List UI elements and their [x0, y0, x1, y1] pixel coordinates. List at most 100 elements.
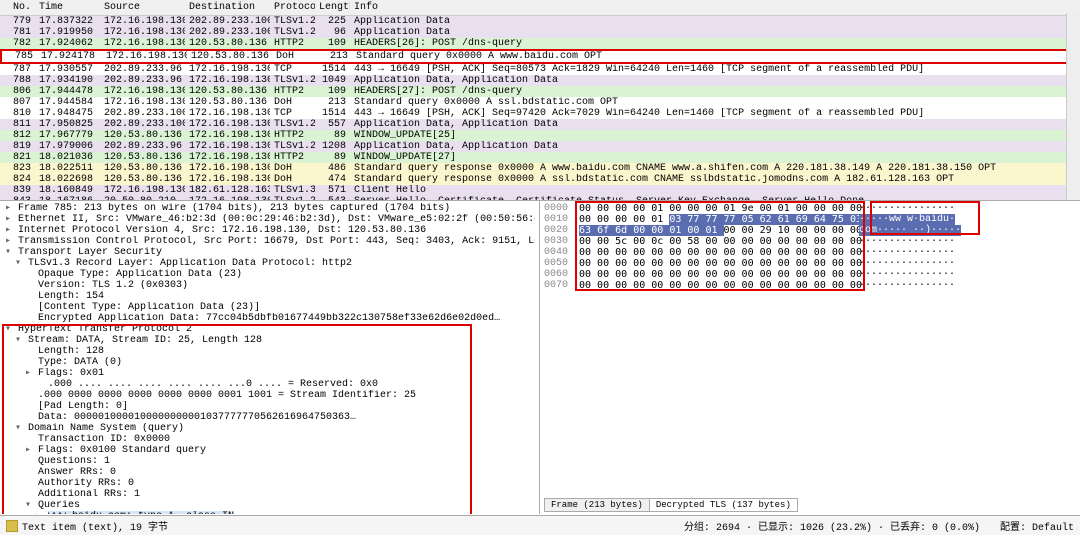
packet-row[interactable]: 83918.160849172.16.198.130182.61.128.163… [0, 185, 1080, 196]
packet-cell-info: Application Data, Application Data [350, 119, 1080, 130]
packet-cell-proto: TLSv1.2 [270, 75, 315, 86]
packet-cell-src: 202.89.233.96 [100, 64, 185, 75]
packet-cell-proto: TLSv1.3 [270, 185, 315, 196]
col-header-time[interactable]: Time [35, 1, 100, 14]
packet-cell-no: 812 [0, 130, 35, 141]
packet-row[interactable]: 82318.022511120.53.80.136172.16.198.130D… [0, 163, 1080, 174]
packet-cell-info: HEADERS[27]: POST /dns-query [350, 86, 1080, 97]
packet-cell-no: 839 [0, 185, 35, 196]
packet-cell-dst: 202.89.233.100 [185, 27, 270, 38]
packet-cell-proto: DoH [270, 174, 315, 185]
packet-cell-src: 172.16.198.130 [100, 86, 185, 97]
tree-node[interactable]: ▸ Transmission Control Protocol, Src Por… [4, 236, 535, 247]
packet-cell-src: 172.16.198.130 [100, 97, 185, 108]
packet-cell-no: 806 [0, 86, 35, 97]
packet-cell-dst: 172.16.198.130 [185, 108, 270, 119]
packet-cell-dst: 172.16.198.130 [185, 119, 270, 130]
packet-cell-dst: 172.16.198.130 [185, 141, 270, 152]
packet-cell-dst: 120.53.80.136 [187, 51, 272, 62]
packet-cell-time: 17.979006 [35, 141, 100, 152]
packet-cell-proto: HTTP2 [270, 152, 315, 163]
packet-cell-info: Application Data, Application Data [350, 75, 1080, 86]
packet-cell-proto: TLSv1.2 [270, 16, 315, 27]
packet-cell-proto: HTTP2 [270, 130, 315, 141]
hex-ascii: ················ [859, 247, 1076, 258]
packet-row[interactable]: 81117.950825202.89.233.100172.16.198.130… [0, 119, 1080, 130]
expander-icon[interactable]: ▸ [4, 214, 12, 225]
packet-cell-info: WINDOW_UPDATE[27] [350, 152, 1080, 163]
packet-cell-src: 120.53.80.136 [100, 152, 185, 163]
packet-cell-proto: DoH [270, 97, 315, 108]
packet-cell-src: 202.89.233.100 [100, 108, 185, 119]
packet-row[interactable]: 78717.930557202.89.233.96172.16.198.130T… [0, 64, 1080, 75]
status-profile[interactable]: 配置: Default [1000, 518, 1074, 534]
tree-node[interactable]: ▾ Transport Layer Security [4, 247, 535, 258]
packet-row[interactable]: 81217.967779120.53.80.136172.16.198.130H… [0, 130, 1080, 141]
packet-row[interactable]: 78817.934190202.89.233.96172.16.198.130T… [0, 75, 1080, 86]
packet-cell-src: 120.53.80.136 [100, 130, 185, 141]
col-header-info[interactable]: Info [350, 1, 1080, 14]
packet-cell-time: 18.021036 [35, 152, 100, 163]
col-header-length[interactable]: Length [315, 1, 350, 14]
packet-cell-len: 225 [315, 16, 350, 27]
packet-bytes-pane[interactable]: 000000 00 00 00 01 00 00 00 01 9e 00 01 … [540, 201, 1080, 514]
expander-icon[interactable]: ▸ [4, 225, 12, 236]
packet-cell-time: 17.924062 [35, 38, 100, 49]
packet-details-pane[interactable]: ▸ Frame 785: 213 bytes on wire (1704 bit… [0, 201, 540, 514]
tree-node[interactable]: ▸ Internet Protocol Version 4, Src: 172.… [4, 225, 535, 236]
packet-row[interactable]: 82418.022698120.53.80.136172.16.198.130D… [0, 174, 1080, 185]
hex-highlight-box-bytes [575, 201, 865, 291]
packet-cell-info: Standard query 0x0000 A www.baidu.com OP… [352, 51, 1078, 62]
packet-row[interactable]: 81917.979006202.89.233.96172.16.198.130T… [0, 141, 1080, 152]
expander-icon[interactable]: ▾ [4, 247, 12, 258]
packet-cell-time: 17.919950 [35, 27, 100, 38]
packet-cell-proto: DoH [272, 51, 317, 62]
col-header-source[interactable]: Source [100, 1, 185, 14]
col-header-protocol[interactable]: Protocol [270, 1, 315, 14]
packet-row[interactable]: 80617.944478172.16.198.130120.53.80.136H… [0, 86, 1080, 97]
packet-row[interactable]: 78217.924062172.16.198.130120.53.80.136H… [0, 38, 1080, 49]
packet-cell-info: WINDOW_UPDATE[25] [350, 130, 1080, 141]
col-header-no[interactable]: No. [0, 1, 35, 14]
tree-node[interactable]: ▾ TLSv1.3 Record Layer: Application Data… [4, 258, 535, 269]
packet-cell-proto: DoH [270, 163, 315, 174]
packet-row[interactable]: 80717.944584172.16.198.130120.53.80.136D… [0, 97, 1080, 108]
packet-row[interactable]: 82118.021036120.53.80.136172.16.198.130H… [0, 152, 1080, 163]
packet-cell-info: Application Data [350, 27, 1080, 38]
col-header-destination[interactable]: Destination [185, 1, 270, 14]
hex-offset: 0020 [544, 225, 579, 236]
packet-cell-len: 89 [315, 130, 350, 141]
expert-info-icon[interactable] [6, 520, 18, 532]
packet-cell-dst: 172.16.198.130 [185, 75, 270, 86]
packet-list-scrollbar[interactable] [1066, 13, 1080, 200]
packet-list-pane[interactable]: No. Time Source Destination Protocol Len… [0, 0, 1080, 201]
tree-node[interactable]: ▸ Ethernet II, Src: VMware_46:b2:3d (00:… [4, 214, 535, 225]
hex-offset: 0030 [544, 236, 579, 247]
packet-cell-dst: 182.61.128.163 [185, 185, 270, 196]
expander-icon[interactable]: ▾ [14, 258, 22, 269]
packet-cell-src: 172.16.198.130 [100, 185, 185, 196]
packet-cell-time: 18.160849 [35, 185, 100, 196]
packet-cell-src: 202.89.233.96 [100, 75, 185, 86]
packet-list-header: No. Time Source Destination Protocol Len… [0, 0, 1080, 16]
packet-cell-src: 120.53.80.136 [100, 174, 185, 185]
packet-cell-no: 782 [0, 38, 35, 49]
packet-cell-proto: TLSv1.2 [270, 141, 315, 152]
packet-cell-time: 17.948475 [35, 108, 100, 119]
packet-cell-no: 787 [0, 64, 35, 75]
tab-frame-bytes[interactable]: Frame (213 bytes) [544, 498, 650, 512]
tab-decrypted-tls[interactable]: Decrypted TLS (137 bytes) [649, 498, 798, 512]
packet-row[interactable]: 81017.948475202.89.233.100172.16.198.130… [0, 108, 1080, 119]
packet-cell-no: 824 [0, 174, 35, 185]
packet-row[interactable]: 77917.837322172.16.198.130202.89.233.100… [0, 16, 1080, 27]
packet-row[interactable]: 78517.924178172.16.198.130120.53.80.136D… [0, 49, 1080, 64]
tree-node[interactable]: ▸ Frame 785: 213 bytes on wire (1704 bit… [4, 203, 535, 214]
packet-cell-dst: 172.16.198.130 [185, 130, 270, 141]
expander-icon[interactable]: ▸ [4, 236, 12, 247]
packet-cell-info: Standard query response 0x0000 A www.bai… [350, 163, 1080, 174]
packet-cell-info: HEADERS[26]: POST /dns-query [350, 38, 1080, 49]
expander-icon[interactable]: ▸ [4, 203, 12, 214]
packet-row[interactable]: 78117.919950172.16.198.130202.89.233.100… [0, 27, 1080, 38]
packet-cell-time: 17.924178 [37, 51, 102, 62]
tree-node: Length: 154 [4, 291, 535, 302]
